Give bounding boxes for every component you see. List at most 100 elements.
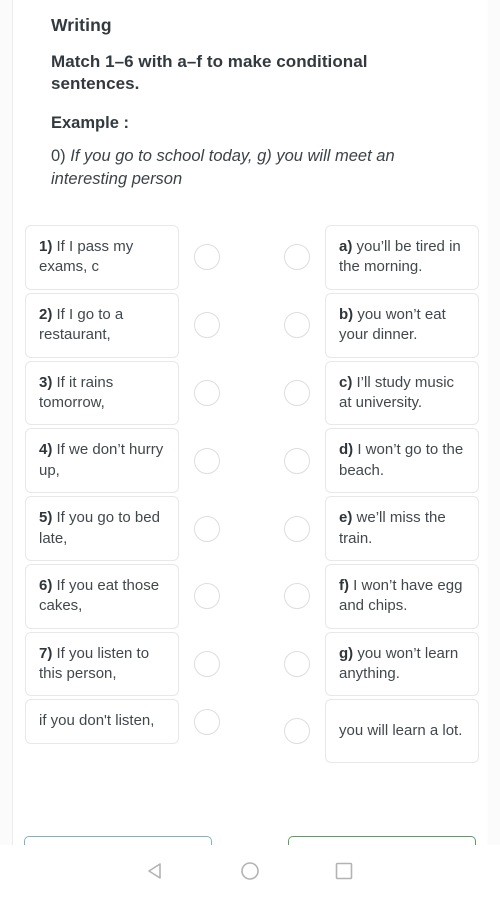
prompt-card-1[interactable]: 1) If I pass my exams, c bbox=[25, 225, 179, 290]
left-radio-wrap-7[interactable] bbox=[179, 632, 235, 697]
right-radio-a[interactable] bbox=[284, 244, 310, 271]
prompt-card-2[interactable]: 2) If I go to a restaurant, bbox=[25, 292, 179, 358]
left-radio-wrap-5[interactable] bbox=[179, 496, 235, 561]
prompt-body-1: If I pass my exams, c bbox=[39, 238, 134, 276]
answer-card-h[interactable]: you will learn a lot. bbox=[325, 699, 479, 764]
list-item[interactable]: e) we’ll miss the train. bbox=[269, 496, 479, 561]
left-radio-1[interactable] bbox=[194, 244, 220, 271]
prompt-body-8: if you don't listen, bbox=[39, 712, 155, 730]
left-radio-5[interactable] bbox=[194, 515, 220, 542]
left-radio-7[interactable] bbox=[194, 651, 220, 678]
right-radio-c[interactable] bbox=[284, 379, 310, 406]
prompt-text-7: 7) If you listen to this person, bbox=[39, 644, 166, 685]
left-radio-wrap-3[interactable] bbox=[179, 361, 235, 426]
right-radio-f[interactable] bbox=[284, 583, 310, 610]
answer-marker-d: d) bbox=[339, 441, 354, 459]
instruction-text: Match 1–6 with a–f to make conditional s… bbox=[51, 51, 368, 94]
list-item[interactable]: 5) If you go to bed late, bbox=[25, 496, 235, 561]
recents-icon[interactable] bbox=[333, 860, 355, 882]
prompt-marker-2: 2) bbox=[39, 305, 53, 323]
list-item[interactable]: d) I won’t go to the beach. bbox=[269, 428, 479, 494]
left-radio-wrap-2[interactable] bbox=[179, 293, 235, 358]
answer-marker-f: f) bbox=[339, 576, 349, 594]
prompt-marker-4: 4) bbox=[39, 441, 53, 459]
app-screen: Writing Match 1–6 with a–f to make condi… bbox=[0, 0, 500, 897]
answer-body-g: you won’t learn anything. bbox=[339, 644, 459, 683]
prompt-card-3[interactable]: 3) If it rains tomorrow, bbox=[25, 360, 179, 426]
prompt-card-4[interactable]: 4) If we don’t hurry up, bbox=[25, 428, 179, 494]
right-radio-b[interactable] bbox=[284, 312, 310, 339]
prompt-body-2: If I go to a restaurant, bbox=[39, 305, 124, 344]
answer-marker-b: b) bbox=[339, 305, 354, 323]
right-radio-wrap-f[interactable] bbox=[269, 564, 325, 629]
list-item[interactable]: 6) If you eat those cakes, bbox=[25, 563, 235, 629]
list-item[interactable]: 3) If it rains tomorrow, bbox=[25, 360, 235, 426]
prompt-text-2: 2) If I go to a restaurant, bbox=[39, 305, 166, 346]
prompt-card-6[interactable]: 6) If you eat those cakes, bbox=[25, 563, 179, 629]
list-item[interactable]: a) you’ll be tired in the morning. bbox=[269, 225, 479, 290]
left-radio-wrap-8[interactable] bbox=[179, 699, 235, 743]
prompt-card-5[interactable]: 5) If you go to bed late, bbox=[25, 496, 179, 561]
answer-marker-e: e) bbox=[339, 509, 353, 527]
answer-card-a[interactable]: a) you’ll be tired in the morning. bbox=[325, 225, 479, 290]
right-radio-e[interactable] bbox=[284, 515, 310, 542]
android-nav-bar bbox=[0, 845, 500, 897]
list-item[interactable]: c) I’ll study music at university. bbox=[269, 360, 479, 426]
list-item[interactable]: b) you won’t eat your dinner. bbox=[269, 292, 479, 358]
back-icon[interactable] bbox=[145, 860, 167, 882]
answer-card-e[interactable]: e) we’ll miss the train. bbox=[325, 496, 479, 561]
prompt-text-4: 4) If we don’t hurry up, bbox=[39, 440, 166, 481]
right-radio-wrap-a[interactable] bbox=[269, 225, 325, 290]
page-gutter-left bbox=[0, 0, 13, 897]
list-item[interactable]: you will learn a lot. bbox=[269, 699, 479, 764]
home-icon[interactable] bbox=[239, 860, 261, 882]
left-radio-wrap-4[interactable] bbox=[179, 428, 235, 493]
prompt-text-6: 6) If you eat those cakes, bbox=[39, 576, 166, 617]
example-number: 0) bbox=[51, 146, 66, 165]
right-radio-wrap-d[interactable] bbox=[269, 428, 325, 493]
list-item[interactable]: if you don't listen, bbox=[25, 699, 235, 744]
left-radio-8[interactable] bbox=[194, 708, 220, 735]
answer-marker-a: a) bbox=[339, 238, 353, 255]
answer-text-d: d) I won’t go to the beach. bbox=[339, 440, 466, 481]
prompt-text-8: if you don't listen, bbox=[39, 711, 154, 731]
left-radio-wrap-6[interactable] bbox=[179, 564, 235, 629]
left-radio-wrap-1[interactable] bbox=[179, 225, 235, 290]
left-radio-6[interactable] bbox=[194, 583, 220, 610]
list-item[interactable]: f) I won’t have egg and chips. bbox=[269, 563, 479, 629]
right-radio-wrap-b[interactable] bbox=[269, 293, 325, 358]
answer-card-g[interactable]: g) you won’t learn anything. bbox=[325, 631, 479, 697]
right-radio-wrap-e[interactable] bbox=[269, 496, 325, 561]
right-radio-g[interactable] bbox=[284, 651, 310, 678]
right-radio-wrap-c[interactable] bbox=[269, 361, 325, 426]
list-item[interactable]: 2) If I go to a restaurant, bbox=[25, 292, 235, 358]
answer-text-a: a) you’ll be tired in the morning. bbox=[339, 237, 466, 278]
answer-card-b[interactable]: b) you won’t eat your dinner. bbox=[325, 292, 479, 358]
prompt-text-1: 1) If I pass my exams, c bbox=[39, 237, 166, 278]
left-radio-4[interactable] bbox=[194, 447, 220, 474]
example-sentence: 0) If you go to school today, g) you wil… bbox=[51, 145, 451, 192]
answer-card-f[interactable]: f) I won’t have egg and chips. bbox=[325, 563, 479, 629]
prompt-card-8[interactable]: if you don't listen, bbox=[25, 699, 179, 744]
prompt-body-6: If you eat those cakes, bbox=[39, 576, 160, 615]
page-gutter-right bbox=[487, 0, 500, 897]
answer-body-e: we’ll miss the train. bbox=[339, 509, 446, 547]
answer-card-d[interactable]: d) I won’t go to the beach. bbox=[325, 428, 479, 494]
prompt-card-7[interactable]: 7) If you listen to this person, bbox=[25, 631, 179, 697]
right-radio-wrap-g[interactable] bbox=[269, 632, 325, 697]
right-radio-wrap-h[interactable] bbox=[269, 699, 325, 763]
answer-body-d: I won’t go to the beach. bbox=[339, 441, 464, 479]
answer-text-e: e) we’ll miss the train. bbox=[339, 508, 466, 549]
answer-card-c[interactable]: c) I’ll study music at university. bbox=[325, 360, 479, 426]
list-item[interactable]: 4) If we don’t hurry up, bbox=[25, 428, 235, 494]
list-item[interactable]: 1) If I pass my exams, c bbox=[25, 225, 235, 290]
answer-text-h: you will learn a lot. bbox=[339, 721, 462, 741]
left-radio-3[interactable] bbox=[194, 379, 220, 406]
list-item[interactable]: g) you won’t learn anything. bbox=[269, 631, 479, 697]
left-radio-2[interactable] bbox=[194, 312, 220, 339]
answer-body-a: you’ll be tired in the morning. bbox=[339, 238, 461, 276]
list-item[interactable]: 7) If you listen to this person, bbox=[25, 631, 235, 697]
right-radio-h[interactable] bbox=[284, 718, 310, 745]
answer-text-f: f) I won’t have egg and chips. bbox=[339, 576, 466, 617]
right-radio-d[interactable] bbox=[284, 447, 310, 474]
